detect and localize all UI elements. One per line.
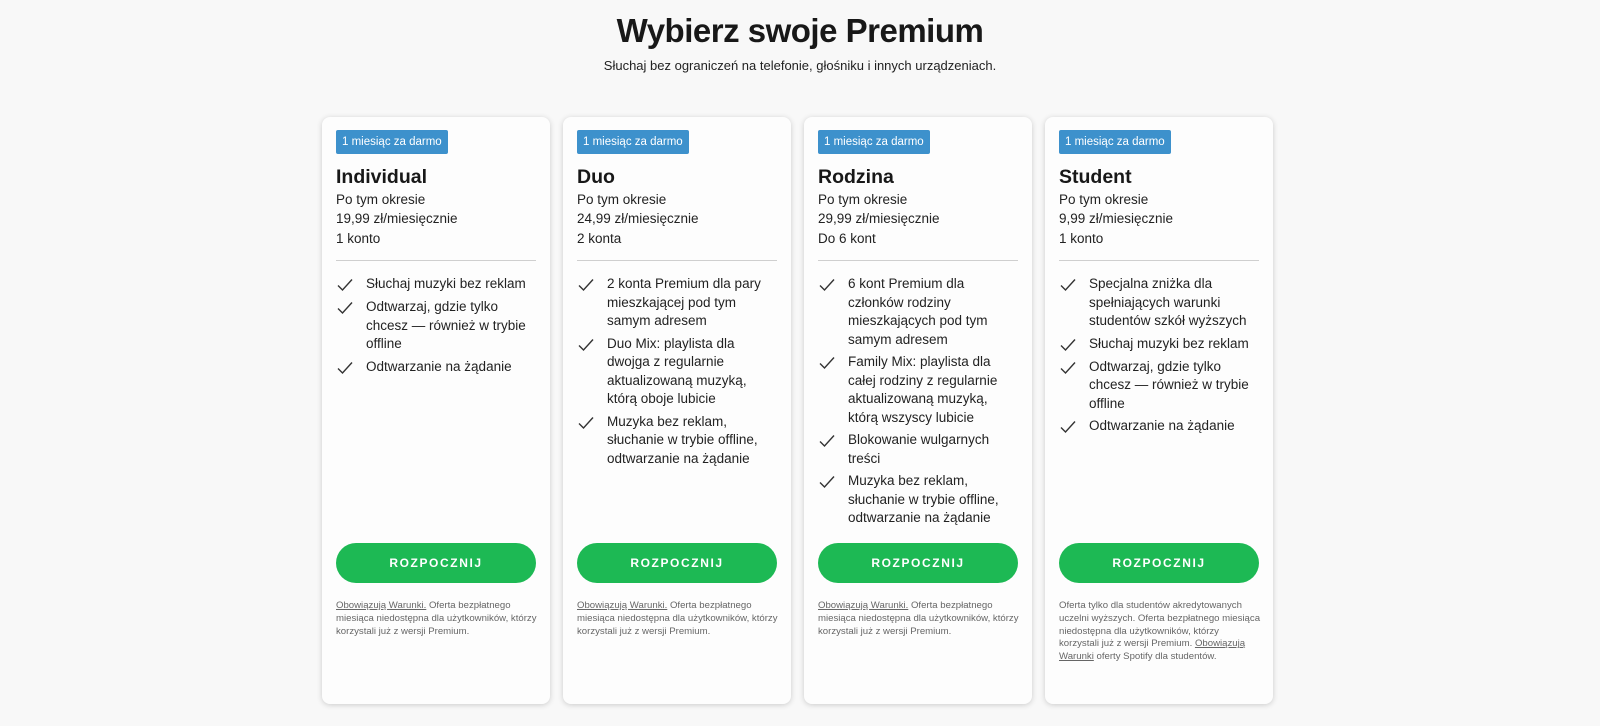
- feature-list: Specjalna zniżka dla spełniających warun…: [1059, 275, 1259, 436]
- check-icon: [578, 279, 594, 292]
- check-icon: [819, 435, 835, 448]
- feature-item: Odtwarzaj, gdzie tylko chcesz — również …: [336, 298, 536, 354]
- plan-name: Rodzina: [818, 166, 894, 188]
- check-icon: [578, 416, 594, 429]
- premium-plans-page: Wybierz swoje Premium Słuchaj bez ograni…: [0, 0, 1600, 726]
- plan-accounts: 1 konto: [1059, 231, 1104, 246]
- feature-item: Odtwarzaj, gdzie tylko chcesz — również …: [1059, 358, 1259, 414]
- feature-text: Odtwarzaj, gdzie tylko chcesz — również …: [1089, 358, 1249, 411]
- check-icon: [337, 361, 353, 374]
- plan-after-period: Po tym okresie: [818, 192, 908, 207]
- feature-item: Duo Mix: playlista dla dwojga z regularn…: [577, 335, 777, 409]
- feature-item: 2 konta Premium dla pary mieszkającej po…: [577, 275, 777, 331]
- feature-text: Blokowanie wulgarnych treści: [848, 432, 990, 466]
- feature-text: Muzyka bez reklam, słuchanie w trybie of…: [848, 473, 999, 525]
- fine-print-text: oferty Spotify dla studentów.: [1093, 651, 1217, 663]
- check-icon: [337, 302, 353, 315]
- fine-print: Obowiązują Warunki. Oferta bezpłatnego m…: [577, 600, 779, 638]
- feature-text: Duo Mix: playlista dla dwojga z regularn…: [607, 335, 747, 407]
- feature-text: 6 kont Premium dla członków rodziny mies…: [848, 276, 988, 347]
- feature-item: Słuchaj muzyki bez reklam: [1059, 335, 1259, 354]
- free-trial-badge: 1 miesiąc za darmo: [818, 130, 930, 154]
- feature-text: Specjalna zniżka dla spełniających warun…: [1089, 276, 1247, 328]
- check-icon: [1060, 421, 1076, 434]
- check-icon: [1060, 279, 1076, 292]
- divider: [1059, 260, 1259, 261]
- plan-accounts: Do 6 kont: [818, 231, 876, 246]
- fine-print: Obowiązują Warunki. Oferta bezpłatnego m…: [336, 600, 538, 638]
- feature-text: Family Mix: playlista dla całej rodziny …: [848, 354, 998, 425]
- page-title: Wybierz swoje Premium: [616, 12, 984, 49]
- plan-card-duo: 1 miesiąc za darmo Duo Po tym okresie 24…: [563, 117, 791, 704]
- feature-item: Family Mix: playlista dla całej rodziny …: [818, 353, 1018, 427]
- check-icon: [337, 279, 353, 292]
- feature-item: 6 kont Premium dla członków rodziny mies…: [818, 275, 1018, 349]
- feature-text: Odtwarzaj, gdzie tylko chcesz — również …: [366, 299, 526, 351]
- plan-after-period: Po tym okresie: [1059, 192, 1149, 207]
- feature-item: Blokowanie wulgarnych treści: [818, 431, 1018, 468]
- check-icon: [819, 476, 835, 489]
- plan-after-period: Po tym okresie: [577, 192, 667, 207]
- check-icon: [578, 338, 594, 351]
- plan-card-student: 1 miesiąc za darmo Student Po tym okresi…: [1045, 117, 1273, 704]
- feature-text: Odtwarzanie na żądanie: [1089, 418, 1235, 433]
- free-trial-badge: 1 miesiąc za darmo: [336, 130, 448, 154]
- plan-price: 24,99 zł/miesięcznie: [577, 211, 699, 226]
- feature-text: Słuchaj muzyki bez reklam: [366, 276, 526, 291]
- start-button[interactable]: ROZPOCZNIJ: [577, 543, 777, 583]
- feature-list: 2 konta Premium dla pary mieszkającej po…: [577, 275, 777, 468]
- fine-print: Oferta tylko dla studentów akredytowanyc…: [1059, 600, 1261, 664]
- start-button[interactable]: ROZPOCZNIJ: [336, 543, 536, 583]
- feature-item: Słuchaj muzyki bez reklam: [336, 275, 536, 294]
- divider: [818, 260, 1018, 261]
- check-icon: [1060, 338, 1076, 351]
- check-icon: [819, 279, 835, 292]
- plans-list: 1 miesiąc za darmo Individual Po tym okr…: [322, 117, 1273, 704]
- feature-item: Odtwarzanie na żądanie: [336, 358, 536, 377]
- divider: [336, 260, 536, 261]
- feature-text: 2 konta Premium dla pary mieszkającej po…: [607, 276, 761, 328]
- plan-card-family: 1 miesiąc za darmo Rodzina Po tym okresi…: [804, 117, 1032, 704]
- terms-link[interactable]: Obowiązują Warunki.: [818, 600, 908, 611]
- feature-item: Odtwarzanie na żądanie: [1059, 417, 1259, 436]
- plan-price: 9,99 zł/miesięcznie: [1059, 211, 1174, 226]
- feature-text: Słuchaj muzyki bez reklam: [1089, 335, 1249, 351]
- feature-item: Specjalna zniżka dla spełniających warun…: [1059, 275, 1259, 331]
- feature-item: Muzyka bez reklam, słuchanie w trybie of…: [577, 413, 777, 469]
- page-subtitle: Słuchaj bez ograniczeń na telefonie, gło…: [603, 58, 997, 73]
- feature-text: Muzyka bez reklam, słuchanie w trybie of…: [607, 413, 758, 466]
- plan-card-individual: 1 miesiąc za darmo Individual Po tym okr…: [322, 117, 550, 704]
- start-button[interactable]: ROZPOCZNIJ: [818, 543, 1018, 583]
- plan-name: Individual: [336, 166, 428, 188]
- plan-after-period: Po tym okresie: [336, 192, 426, 207]
- free-trial-badge: 1 miesiąc za darmo: [577, 130, 689, 154]
- check-icon: [819, 357, 835, 370]
- terms-link[interactable]: Obowiązują Warunki.: [336, 600, 426, 611]
- feature-text: Odtwarzanie na żądanie: [366, 358, 512, 374]
- plan-accounts: 1 konto: [336, 231, 381, 246]
- feature-list: 6 kont Premium dla członków rodziny mies…: [818, 275, 1018, 528]
- plan-price: 29,99 zł/miesięcznie: [818, 211, 940, 226]
- free-trial-badge: 1 miesiąc za darmo: [1059, 130, 1171, 154]
- divider: [577, 260, 777, 261]
- terms-link[interactable]: Obowiązują Warunki.: [577, 600, 667, 611]
- plan-accounts: 2 konta: [577, 231, 622, 246]
- feature-list: Słuchaj muzyki bez reklam Odtwarzaj, gdz…: [336, 275, 536, 377]
- fine-print: Obowiązują Warunki. Oferta bezpłatnego m…: [818, 600, 1020, 638]
- feature-item: Muzyka bez reklam, słuchanie w trybie of…: [818, 472, 1018, 528]
- plan-price: 19,99 zł/miesięcznie: [336, 211, 458, 226]
- check-icon: [1060, 361, 1076, 374]
- start-button[interactable]: ROZPOCZNIJ: [1059, 543, 1259, 583]
- plan-name: Student: [1059, 166, 1132, 188]
- plan-name: Duo: [577, 166, 615, 188]
